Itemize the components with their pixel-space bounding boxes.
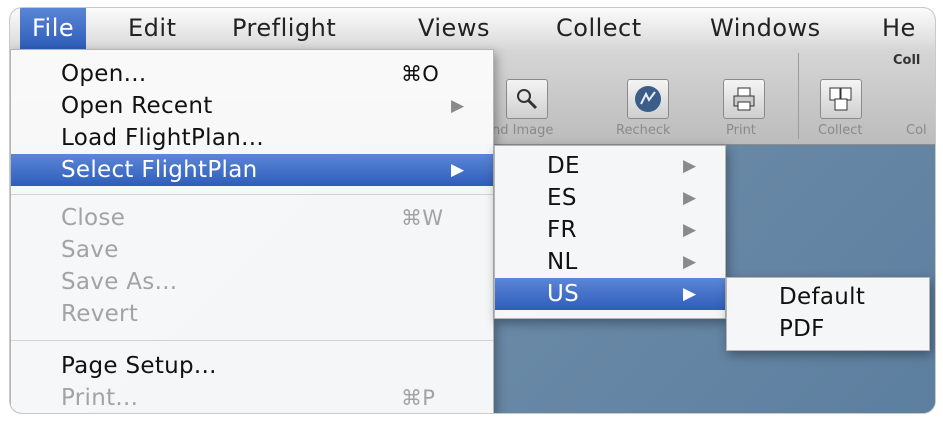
menu-item-open[interactable]: Open... ⌘O xyxy=(11,58,493,90)
magnifier-icon xyxy=(517,89,538,110)
submenu-item-us[interactable]: US ▶ xyxy=(495,278,725,310)
find-image-label: nd Image xyxy=(492,123,554,138)
submenu-arrow-icon: ▶ xyxy=(683,156,697,176)
menu-item-label: Open... xyxy=(61,61,147,87)
submenu-arrow-icon: ▶ xyxy=(451,160,465,180)
menu-item-label: ES xyxy=(547,185,577,211)
recheck-label: Recheck xyxy=(616,123,671,138)
menu-item-label: US xyxy=(547,281,580,307)
menu-item-revert[interactable]: Revert xyxy=(11,298,493,330)
shortcut-label: ⌘P xyxy=(401,386,436,410)
submenu-arrow-icon: ▶ xyxy=(683,252,697,272)
menu-item-label: Close xyxy=(61,205,126,231)
submenu-arrow-icon: ▶ xyxy=(683,188,697,208)
menu-item-label: Print... xyxy=(61,385,139,411)
menu-bar: File Edit Preflight Views Collect Window… xyxy=(10,8,935,50)
find-image-button[interactable] xyxy=(506,79,548,119)
menu-item-close[interactable]: Close ⌘W xyxy=(11,202,493,234)
menu-separator xyxy=(11,194,493,195)
menu-item-print[interactable]: Print... ⌘P xyxy=(11,382,493,413)
app-window: File Edit Preflight Views Collect Window… xyxy=(10,8,935,413)
print-label: Print xyxy=(726,123,756,138)
menu-item-load-flightplan[interactable]: Load FlightPlan... xyxy=(11,122,493,154)
submenu-item-pdf[interactable]: PDF xyxy=(727,313,929,345)
flightplan-submenu: DE ▶ ES ▶ FR ▶ NL ▶ US ▶ xyxy=(494,145,726,319)
submenu-item-default[interactable]: Default xyxy=(727,281,929,313)
menu-item-label: DE xyxy=(547,153,580,179)
menu-item-save-as[interactable]: Save As... xyxy=(11,266,493,298)
menu-item-label: Revert xyxy=(61,301,139,327)
us-submenu: Default PDF xyxy=(726,277,930,351)
menu-item-label: Open Recent xyxy=(61,93,213,119)
collect-icon xyxy=(829,87,852,111)
collect-label: Collect xyxy=(818,123,863,138)
submenu-item-es[interactable]: ES ▶ xyxy=(495,182,725,214)
menu-help[interactable]: He xyxy=(870,8,928,49)
menu-collect[interactable]: Collect xyxy=(544,8,654,49)
toolbar-group-title: Coll xyxy=(893,53,921,68)
menu-item-label: NL xyxy=(547,249,578,275)
menu-item-save[interactable]: Save xyxy=(11,234,493,266)
submenu-item-nl[interactable]: NL ▶ xyxy=(495,246,725,278)
submenu-arrow-icon: ▶ xyxy=(451,96,465,116)
shortcut-label: ⌘W xyxy=(401,206,444,230)
menu-edit[interactable]: Edit xyxy=(116,8,188,49)
submenu-item-de[interactable]: DE ▶ xyxy=(495,150,725,182)
menu-views[interactable]: Views xyxy=(406,8,502,49)
menu-item-page-setup[interactable]: Page Setup... xyxy=(11,350,493,382)
menu-item-label: Page Setup... xyxy=(61,353,217,379)
menu-windows[interactable]: Windows xyxy=(698,8,833,49)
printer-icon xyxy=(733,87,755,111)
menu-item-label: Save xyxy=(61,237,119,263)
menu-item-label: Select FlightPlan xyxy=(61,157,258,183)
submenu-arrow-icon: ▶ xyxy=(683,220,697,240)
menu-item-label: PDF xyxy=(779,316,825,342)
menu-separator xyxy=(11,340,493,341)
menu-file[interactable]: File xyxy=(20,8,87,49)
recheck-icon xyxy=(635,86,661,112)
collect-button[interactable] xyxy=(820,79,862,119)
collect-label-2: Col xyxy=(906,123,927,138)
menu-item-label: Save As... xyxy=(61,269,178,295)
shortcut-label: ⌘O xyxy=(401,62,440,86)
recheck-button[interactable] xyxy=(627,79,669,119)
menu-item-label: Load FlightPlan... xyxy=(61,125,264,151)
file-menu: Open... ⌘O Open Recent ▶ Load FlightPlan… xyxy=(10,49,494,413)
submenu-arrow-icon: ▶ xyxy=(683,284,697,304)
menu-item-label: Default xyxy=(779,284,866,310)
menu-item-open-recent[interactable]: Open Recent ▶ xyxy=(11,90,493,122)
menu-item-select-flightplan[interactable]: Select FlightPlan ▶ xyxy=(11,154,493,186)
print-button[interactable] xyxy=(723,79,765,119)
toolbar-divider xyxy=(798,53,799,139)
menu-preflight[interactable]: Preflight xyxy=(220,8,348,49)
menu-item-label: FR xyxy=(547,217,577,243)
submenu-item-fr[interactable]: FR ▶ xyxy=(495,214,725,246)
